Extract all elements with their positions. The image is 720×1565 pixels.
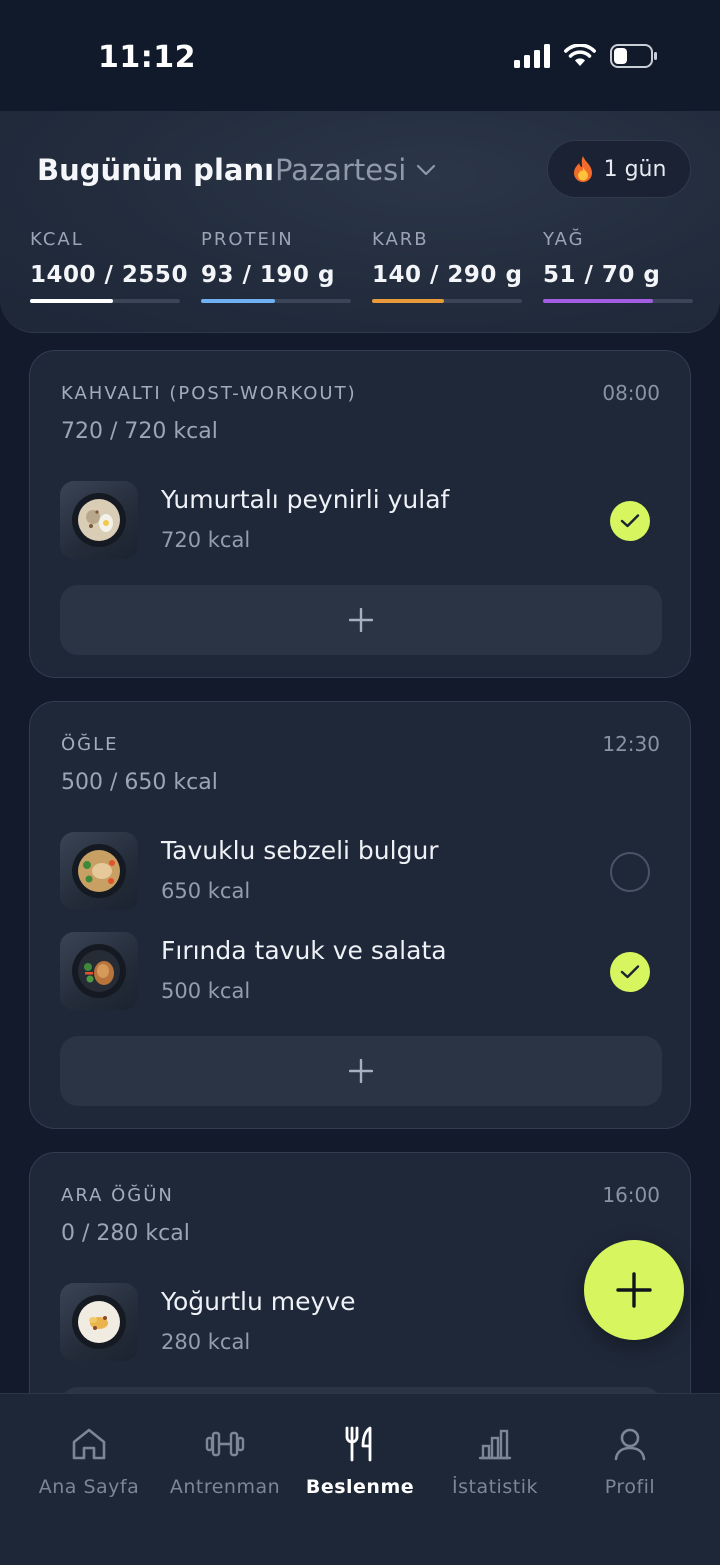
- status-bar: 11:12: [0, 0, 720, 112]
- nav-item-home[interactable]: Ana Sayfa: [21, 1424, 157, 1498]
- macro-value: 51 / 70 g: [543, 262, 661, 288]
- food-item[interactable]: Fırında tavuk ve salata 500 kcal: [60, 932, 662, 1012]
- nav-label: İstatistik: [452, 1476, 538, 1498]
- food-thumbnail: [60, 1283, 138, 1361]
- macro-fat: YAĞ 51 / 70 g: [543, 229, 693, 303]
- home-icon: [72, 1428, 106, 1460]
- macro-kcal: KCAL 1400 / 2550: [30, 229, 188, 303]
- streak-badge[interactable]: 1 gün: [547, 140, 691, 198]
- macro-value: 93 / 190 g: [201, 262, 335, 288]
- macro-progress-track: [30, 299, 180, 303]
- streak-label: 1 gün: [603, 156, 667, 182]
- macro-progress-track: [372, 299, 522, 303]
- oatmeal-bowl-icon: [72, 493, 126, 547]
- add-food-button[interactable]: [60, 1036, 662, 1106]
- nav-item-workout[interactable]: Antrenman: [157, 1424, 293, 1498]
- plus-icon: [349, 1059, 373, 1083]
- food-checkbox-checked[interactable]: [610, 952, 650, 992]
- macro-label: KCAL: [30, 229, 84, 250]
- food-thumbnail: [60, 932, 138, 1010]
- macro-label: PROTEIN: [201, 229, 294, 250]
- nav-label: Antrenman: [169, 1476, 281, 1498]
- plus-icon: [616, 1272, 652, 1308]
- food-item[interactable]: Yoğurtlu meyve 280 kcal: [60, 1283, 662, 1363]
- macro-protein: PROTEIN 93 / 190 g: [201, 229, 351, 303]
- meal-name: KAHVALTI (POST-WORKOUT): [61, 383, 357, 404]
- meal-time: 16:00: [602, 1183, 660, 1207]
- macro-progress-fill: [30, 299, 113, 303]
- macro-progress-track: [543, 299, 693, 303]
- plan-header: Bugünün planı Pazartesi 1 gün KCAL 1400 …: [0, 111, 720, 333]
- status-icons: [514, 44, 658, 68]
- food-thumbnail: [60, 481, 138, 559]
- macro-value: 1400 / 2550: [30, 262, 188, 288]
- macro-label: KARB: [372, 229, 429, 250]
- bottom-navigation: Ana Sayfa Antrenman Beslenme İstatistik …: [0, 1393, 720, 1565]
- bar-chart-icon: [478, 1429, 512, 1460]
- meal-kcal: 500 / 650 kcal: [61, 770, 218, 795]
- nav-item-statistics[interactable]: İstatistik: [427, 1424, 563, 1498]
- meal-name: ÖĞLE: [61, 734, 119, 755]
- nav-label: Beslenme: [305, 1476, 415, 1498]
- food-kcal: 650 kcal: [161, 879, 251, 903]
- day-selector[interactable]: Pazartesi: [275, 153, 436, 187]
- status-time: 11:12: [98, 40, 196, 75]
- check-icon: [620, 514, 640, 528]
- add-meal-fab[interactable]: [584, 1240, 684, 1340]
- food-kcal: 720 kcal: [161, 528, 251, 552]
- food-name: Yoğurtlu meyve: [161, 1287, 356, 1316]
- add-food-button[interactable]: [60, 585, 662, 655]
- check-icon: [620, 965, 640, 979]
- food-item[interactable]: Yumurtalı peynirli yulaf 720 kcal: [60, 481, 662, 561]
- meal-card-lunch: ÖĞLE 12:30 500 / 650 kcal Tavuklu sebzel…: [29, 701, 691, 1129]
- food-thumbnail: [60, 832, 138, 910]
- fork-knife-icon: [345, 1426, 372, 1462]
- macro-progress-fill: [543, 299, 653, 303]
- meal-time: 12:30: [602, 732, 660, 756]
- meal-name: ARA ÖĞÜN: [61, 1185, 174, 1206]
- nav-item-nutrition[interactable]: Beslenme: [292, 1424, 428, 1498]
- nav-label: Ana Sayfa: [38, 1476, 140, 1498]
- food-kcal: 280 kcal: [161, 1330, 251, 1354]
- food-name: Tavuklu sebzeli bulgur: [161, 836, 439, 865]
- macro-value: 140 / 290 g: [372, 262, 523, 288]
- flame-icon: [573, 156, 592, 182]
- food-name: Yumurtalı peynirli yulaf: [161, 485, 450, 514]
- macro-carb: KARB 140 / 290 g: [372, 229, 523, 303]
- user-icon: [614, 1428, 646, 1461]
- signal-icon: [514, 44, 550, 68]
- meal-time: 08:00: [602, 381, 660, 405]
- macro-progress-track: [201, 299, 351, 303]
- page-title: Bugünün planı: [37, 153, 275, 187]
- food-kcal: 500 kcal: [161, 979, 251, 1003]
- food-checkbox-unchecked[interactable]: [610, 852, 650, 892]
- day-label: Pazartesi: [275, 153, 407, 187]
- yogurt-fruit-bowl-icon: [72, 1295, 126, 1349]
- battery-icon: [610, 44, 657, 68]
- chicken-bulgur-bowl-icon: [72, 844, 126, 898]
- dumbbell-icon: [205, 1431, 245, 1457]
- macro-progress-fill: [372, 299, 444, 303]
- chicken-salad-plate-icon: [72, 944, 126, 998]
- chevron-down-icon: [417, 164, 436, 176]
- meal-card-breakfast: KAHVALTI (POST-WORKOUT) 08:00 720 / 720 …: [29, 350, 691, 678]
- plus-icon: [349, 608, 373, 632]
- macro-progress-fill: [201, 299, 275, 303]
- macro-label: YAĞ: [543, 229, 585, 250]
- food-checkbox-checked[interactable]: [610, 501, 650, 541]
- meal-kcal: 0 / 280 kcal: [61, 1221, 190, 1246]
- wifi-icon: [564, 44, 596, 66]
- food-item[interactable]: Tavuklu sebzeli bulgur 650 kcal: [60, 832, 662, 912]
- food-name: Fırında tavuk ve salata: [161, 936, 447, 965]
- nav-item-profile[interactable]: Profil: [562, 1424, 698, 1498]
- nav-label: Profil: [604, 1476, 656, 1498]
- meal-kcal: 720 / 720 kcal: [61, 419, 218, 444]
